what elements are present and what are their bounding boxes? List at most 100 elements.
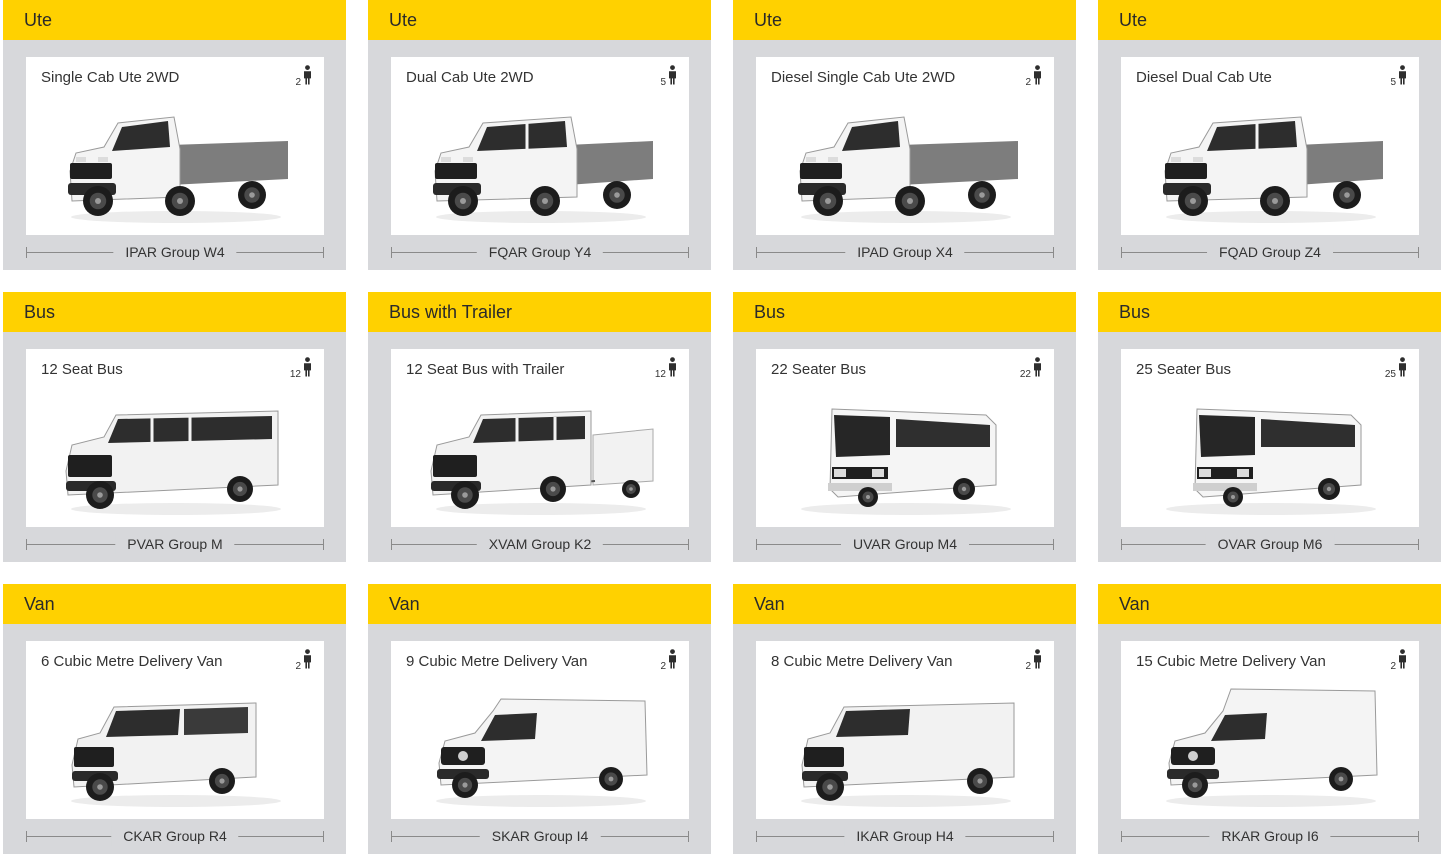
vehicle-image — [1151, 93, 1391, 227]
vehicle-image — [56, 93, 296, 227]
seat-capacity: 12 — [290, 357, 312, 382]
vehicle-category: Ute — [1098, 0, 1441, 40]
vehicle-group-footer: IPAD Group X4 — [756, 242, 1054, 262]
seat-count: 12 — [289, 369, 301, 380]
vehicle-image — [1151, 385, 1391, 519]
vehicle-group-code: FQAD Group Z4 — [1207, 242, 1333, 262]
vehicle-panel: Single Cab Ute 2WD 2 — [26, 57, 324, 235]
vehicle-category: Ute — [733, 0, 1076, 40]
vehicle-card[interactable]: Van 8 Cubic Metre Delivery Van 2 IKAR Group… — [733, 584, 1076, 854]
vehicle-grid: Ute Single Cab Ute 2WD 2 IPAR Group W4 Ute Du… — [3, 0, 1441, 854]
footer-divider-tick — [688, 247, 689, 258]
seat-count: 12 — [654, 369, 666, 380]
vehicle-category: Van — [368, 584, 711, 624]
seat-count: 2 — [1390, 661, 1396, 672]
vehicle-card[interactable]: Bus 25 Seater Bus 25 OVAR Group M6 — [1098, 292, 1441, 562]
vehicle-card[interactable]: Ute Diesel Single Cab Ute 2WD 2 IPAD Group … — [733, 0, 1076, 270]
vehicle-group-footer: OVAR Group M6 — [1121, 534, 1419, 554]
vehicle-group-code: IPAD Group X4 — [845, 242, 965, 262]
vehicle-name: Diesel Dual Cab Ute — [1136, 69, 1272, 86]
person-icon — [1033, 649, 1042, 674]
vehicle-group-code: IPAR Group W4 — [113, 242, 237, 262]
vehicle-name: 6 Cubic Metre Delivery Van — [41, 653, 223, 670]
vehicle-panel: Dual Cab Ute 2WD 5 — [391, 57, 689, 235]
vehicle-card[interactable]: Bus with Trailer 12 Seat Bus with Trailer… — [368, 292, 711, 562]
vehicle-group-code: PVAR Group M — [115, 534, 235, 554]
seat-count: 5 — [660, 77, 666, 88]
vehicle-group-code: UVAR Group M4 — [841, 534, 969, 554]
footer-divider-tick — [688, 831, 689, 842]
seat-count: 2 — [295, 661, 301, 672]
vehicle-panel: 12 Seat Bus 12 — [26, 349, 324, 527]
vehicle-name: 12 Seat Bus with Trailer — [406, 361, 565, 378]
vehicle-group-footer: XVAM Group K2 — [391, 534, 689, 554]
vehicle-category: Bus — [3, 292, 346, 332]
vehicle-card[interactable]: Bus 12 Seat Bus 12 PVAR Group M — [3, 292, 346, 562]
seat-capacity: 5 — [1390, 65, 1407, 90]
footer-divider-tick — [391, 831, 392, 842]
person-icon — [1033, 65, 1042, 90]
vehicle-image — [56, 385, 296, 519]
footer-divider-tick — [26, 247, 27, 258]
vehicle-card[interactable]: Ute Diesel Dual Cab Ute 5 FQAD Group Z4 — [1098, 0, 1441, 270]
seat-count: 22 — [1019, 369, 1031, 380]
vehicle-group-footer: UVAR Group M4 — [756, 534, 1054, 554]
vehicle-card[interactable]: Van 6 Cubic Metre Delivery Van 2 CKAR Group… — [3, 584, 346, 854]
vehicle-name: 12 Seat Bus — [41, 361, 123, 378]
vehicle-category: Bus — [1098, 292, 1441, 332]
seat-capacity: 2 — [1025, 649, 1042, 674]
vehicle-card[interactable]: Van 15 Cubic Metre Delivery Van 2 RKAR Grou… — [1098, 584, 1441, 854]
vehicle-panel: 6 Cubic Metre Delivery Van 2 — [26, 641, 324, 819]
person-icon — [1398, 357, 1407, 382]
person-icon — [668, 649, 677, 674]
vehicle-group-footer: FQAR Group Y4 — [391, 242, 689, 262]
vehicle-image — [56, 677, 296, 811]
vehicle-image — [421, 677, 661, 811]
vehicle-image — [421, 93, 661, 227]
vehicle-category: Van — [3, 584, 346, 624]
footer-divider-tick — [26, 831, 27, 842]
footer-divider-tick — [26, 539, 27, 550]
seat-count: 5 — [1390, 77, 1396, 88]
seat-count: 2 — [295, 77, 301, 88]
footer-divider-tick — [391, 247, 392, 258]
person-icon — [303, 65, 312, 90]
vehicle-group-footer: CKAR Group R4 — [26, 826, 324, 846]
vehicle-card[interactable]: Ute Dual Cab Ute 2WD 5 FQAR Group Y4 — [368, 0, 711, 270]
vehicle-name: Single Cab Ute 2WD — [41, 69, 180, 86]
vehicle-group-code: SKAR Group I4 — [479, 826, 601, 846]
vehicle-card[interactable]: Van 9 Cubic Metre Delivery Van 2 SKAR Group… — [368, 584, 711, 854]
vehicle-panel: Diesel Dual Cab Ute 5 — [1121, 57, 1419, 235]
vehicle-group-footer: PVAR Group M — [26, 534, 324, 554]
vehicle-panel: 12 Seat Bus with Trailer 12 — [391, 349, 689, 527]
vehicle-card[interactable]: Ute Single Cab Ute 2WD 2 IPAR Group W4 — [3, 0, 346, 270]
footer-divider-tick — [1121, 247, 1122, 258]
vehicle-name: 9 Cubic Metre Delivery Van — [406, 653, 588, 670]
vehicle-group-code: OVAR Group M6 — [1205, 534, 1335, 554]
vehicle-group-footer: FQAD Group Z4 — [1121, 242, 1419, 262]
seat-capacity: 2 — [295, 649, 312, 674]
vehicle-panel: 22 Seater Bus 22 — [756, 349, 1054, 527]
vehicle-panel: Diesel Single Cab Ute 2WD 2 — [756, 57, 1054, 235]
footer-divider-tick — [1418, 247, 1419, 258]
vehicle-name: Diesel Single Cab Ute 2WD — [771, 69, 956, 86]
seat-count: 25 — [1384, 369, 1396, 380]
seat-capacity: 25 — [1385, 357, 1407, 382]
vehicle-panel: 9 Cubic Metre Delivery Van 2 — [391, 641, 689, 819]
vehicle-card[interactable]: Bus 22 Seater Bus 22 UVAR Group M4 — [733, 292, 1076, 562]
footer-divider-tick — [323, 831, 324, 842]
vehicle-image — [421, 385, 661, 519]
footer-divider-tick — [688, 539, 689, 550]
seat-count: 2 — [1025, 77, 1031, 88]
footer-divider-tick — [1053, 247, 1054, 258]
vehicle-panel: 15 Cubic Metre Delivery Van 2 — [1121, 641, 1419, 819]
vehicle-group-code: IKAR Group H4 — [844, 826, 966, 846]
vehicle-group-code: XVAM Group K2 — [476, 534, 604, 554]
seat-count: 2 — [660, 661, 666, 672]
vehicle-category: Ute — [3, 0, 346, 40]
person-icon — [303, 649, 312, 674]
footer-divider-tick — [1418, 831, 1419, 842]
person-icon — [1398, 65, 1407, 90]
footer-divider-tick — [323, 247, 324, 258]
person-icon — [1033, 357, 1042, 382]
